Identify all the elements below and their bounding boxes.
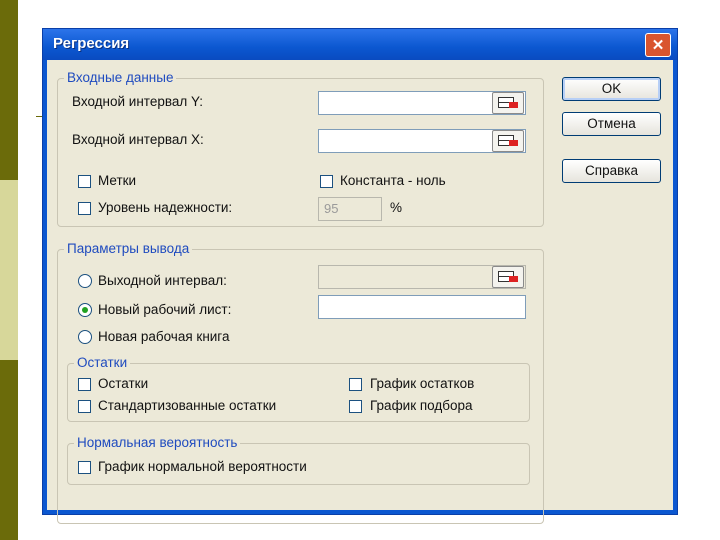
normal-probability-legend: Нормальная вероятность [74,435,241,450]
labels-checkbox[interactable] [78,175,91,188]
normal-probability-label[interactable]: График нормальной вероятности [98,459,307,474]
help-button[interactable]: Справка [562,159,661,183]
close-icon: ✕ [651,37,665,54]
normal-probability-group: Нормальная вероятность График нормальной… [67,435,530,485]
slide-decor-bar-bottom [0,360,18,540]
output-range-label[interactable]: Выходной интервал: [98,273,227,288]
regression-dialog: Регрессия ✕ Входные данные Входной интер… [42,28,678,524]
new-sheet-radio[interactable] [78,303,92,317]
residual-plots-label[interactable]: График остатков [370,376,474,391]
y-range-label: Входной интервал Y: [72,94,204,109]
y-range-ref-button[interactable] [492,92,524,114]
constant-zero-label[interactable]: Константа - ноль [340,173,446,188]
dialog-client-area: Входные данные Входной интервал Y: Входн… [47,60,673,524]
output-range-ref-button[interactable] [492,266,524,288]
normal-probability-checkbox[interactable] [78,461,91,474]
confidence-level-checkbox[interactable] [78,202,91,215]
output-range-radio[interactable] [78,274,92,288]
dialog-title: Регрессия [53,35,130,52]
residuals-group: Остатки Остатки Стандартизованные остатк… [67,355,530,422]
constant-zero-checkbox[interactable] [320,175,333,188]
standardized-residuals-label[interactable]: Стандартизованные остатки [98,398,276,413]
x-range-ref-button[interactable] [492,130,524,152]
residuals-label[interactable]: Остатки [98,376,148,391]
residual-plots-checkbox[interactable] [349,378,362,391]
residuals-checkbox[interactable] [78,378,91,391]
new-sheet-label[interactable]: Новый рабочий лист: [98,302,231,317]
ok-button[interactable]: OK [562,77,661,101]
confidence-unit: % [390,200,403,215]
range-arrow-icon [509,140,518,146]
close-button[interactable]: ✕ [645,33,671,57]
range-arrow-icon [509,102,518,108]
cancel-button[interactable]: Отмена [562,112,661,136]
line-fit-plots-label[interactable]: График подбора [370,398,473,413]
residuals-legend: Остатки [74,355,131,370]
output-options-group: Параметры вывода Выходной интервал: Новы… [57,241,544,524]
line-fit-plots-checkbox[interactable] [349,400,362,413]
title-bar[interactable]: Регрессия ✕ [43,29,677,60]
x-range-label: Входной интервал X: [72,132,204,147]
confidence-level-input[interactable]: 95 [318,197,382,221]
new-workbook-label[interactable]: Новая рабочая книга [98,329,229,344]
new-workbook-radio[interactable] [78,330,92,344]
input-data-legend: Входные данные [64,70,177,85]
new-sheet-input[interactable] [318,295,526,319]
confidence-level-label[interactable]: Уровень надежности: [98,200,232,215]
input-data-group: Входные данные Входной интервал Y: Входн… [57,70,544,227]
range-arrow-icon [509,276,518,282]
slide-decor-bar-middle [0,180,18,360]
slide-decor-bar-top [0,0,18,180]
standardized-residuals-checkbox[interactable] [78,400,91,413]
confidence-level-value: 95 [324,201,339,216]
output-options-legend: Параметры вывода [64,241,193,256]
labels-checkbox-label[interactable]: Метки [98,173,136,188]
radio-selected-dot [82,307,88,313]
